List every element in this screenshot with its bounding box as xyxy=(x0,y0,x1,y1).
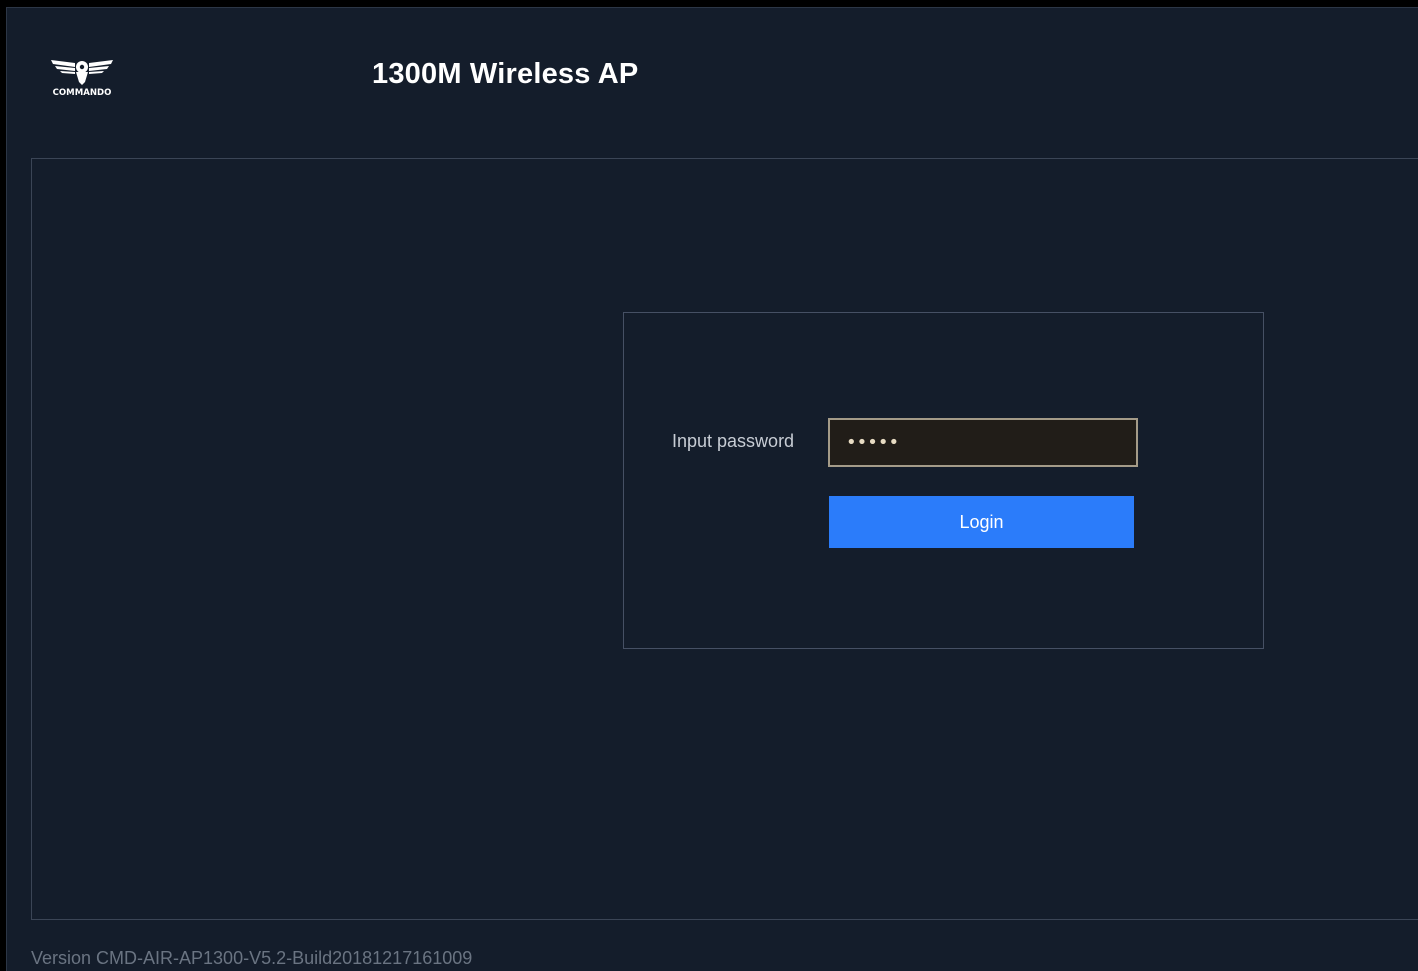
logo-text: COMMANDO xyxy=(52,88,112,98)
commando-logo: COMMANDO xyxy=(45,52,119,102)
password-label: Input password xyxy=(672,431,795,451)
eagle-icon xyxy=(51,60,113,85)
login-screen: COMMANDO 1300M Wireless AP Input passwor… xyxy=(6,7,1418,971)
page-title: 1300M Wireless AP xyxy=(372,58,639,90)
login-button[interactable]: Login xyxy=(829,496,1134,548)
version-text: Version CMD-AIR-AP1300-V5.2-Build2018121… xyxy=(31,948,473,968)
password-input[interactable] xyxy=(828,418,1138,467)
login-box: Input password Login xyxy=(623,312,1264,649)
